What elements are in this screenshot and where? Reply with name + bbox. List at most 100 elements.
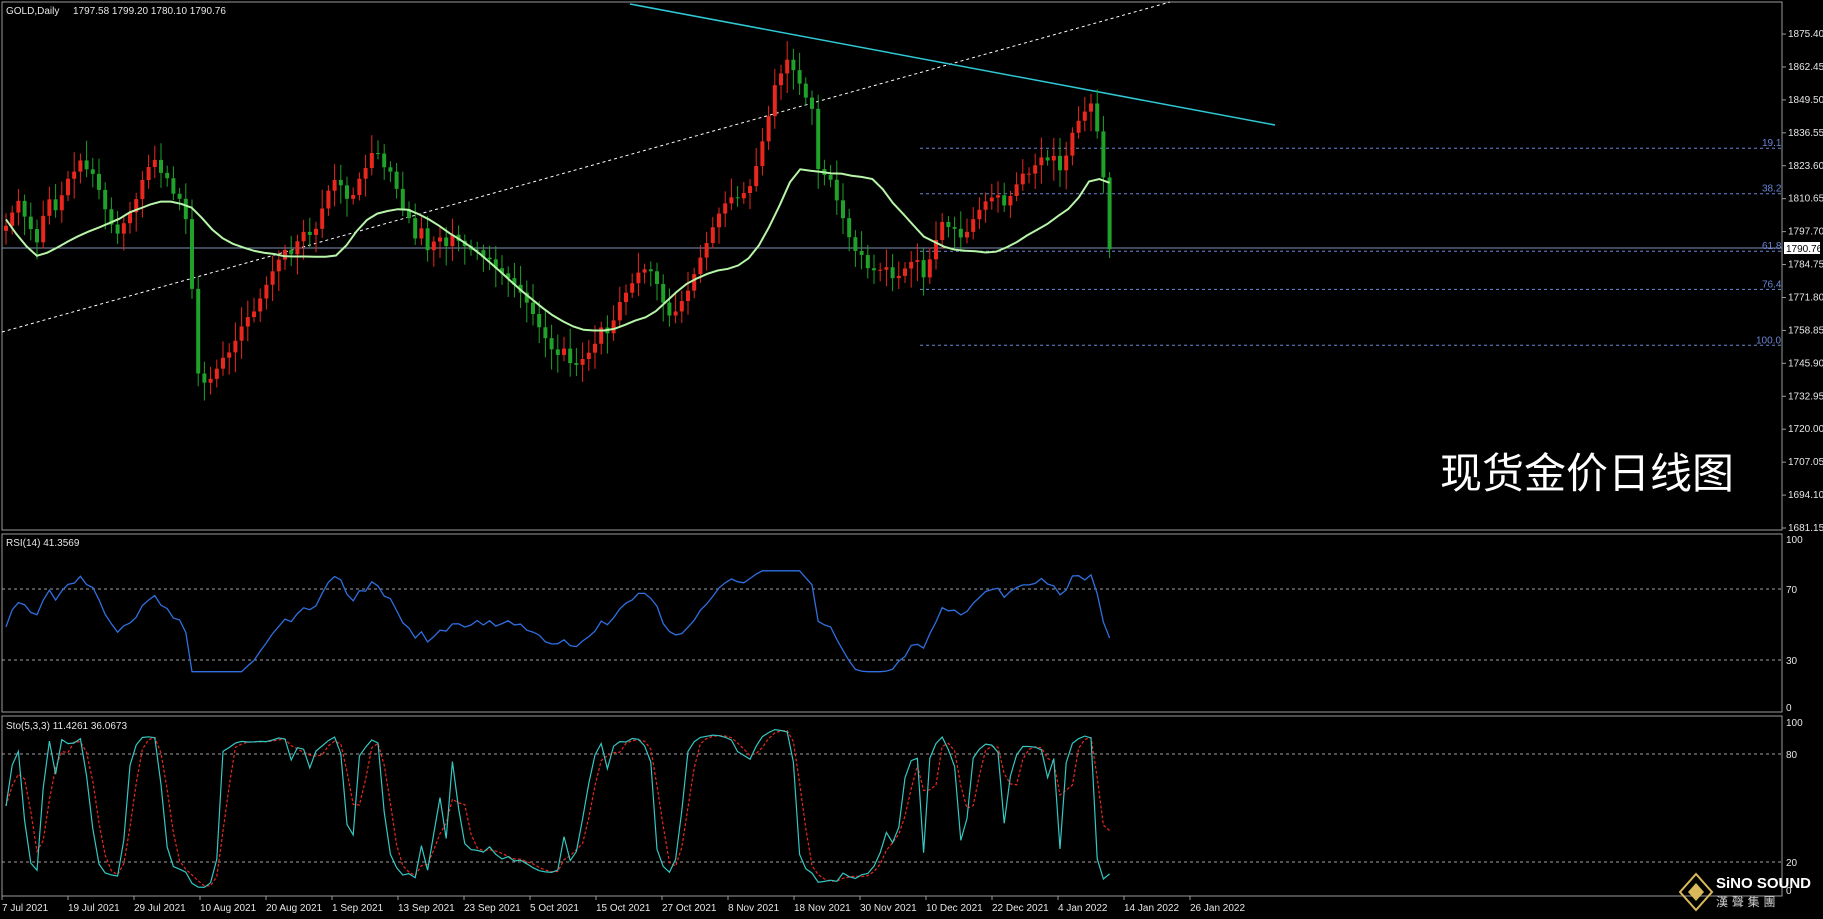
candle	[611, 305, 616, 341]
candle	[326, 185, 331, 216]
candle	[183, 183, 188, 235]
candle	[915, 243, 920, 282]
price-tick-label: 1823.60	[1788, 161, 1823, 172]
candle	[524, 280, 529, 323]
candle	[543, 310, 548, 358]
candle	[264, 276, 269, 310]
candle	[903, 262, 907, 284]
candle	[270, 255, 275, 302]
date-tick-label: 5 Oct 2021	[530, 903, 579, 914]
candle	[710, 217, 715, 249]
candle	[177, 187, 182, 211]
current-price-label: 1790.76	[1786, 244, 1823, 255]
candle	[673, 293, 678, 324]
price-tick-label: 1694.10	[1788, 490, 1823, 501]
candle	[748, 179, 752, 210]
candle	[90, 157, 95, 188]
candle	[22, 194, 27, 236]
date-tick-label: 7 Jul 2021	[2, 903, 49, 914]
candle	[723, 191, 728, 228]
candle	[97, 158, 101, 200]
candle	[345, 176, 349, 217]
fib-level-label: 76.4	[1762, 279, 1782, 290]
fib-level-label: 61.8	[1762, 241, 1782, 252]
date-tick-label: 27 Oct 2021	[662, 903, 717, 914]
stochastic-label: Sto(5,3,3) 11.4261 36.0673	[6, 721, 127, 732]
candle	[531, 283, 535, 326]
candle	[785, 41, 790, 94]
sto-tick-80: 80	[1786, 750, 1798, 761]
candle	[586, 339, 591, 371]
candle	[648, 261, 653, 287]
candle	[431, 236, 436, 267]
candle	[208, 366, 213, 395]
price-tick-label: 1745.90	[1788, 358, 1823, 369]
candle	[878, 262, 883, 282]
candle	[642, 263, 647, 284]
candle	[859, 231, 864, 270]
candle	[134, 192, 139, 232]
brand-subtitle: 漢 聲 集 團	[1716, 894, 1775, 909]
candle	[59, 181, 64, 223]
candle	[16, 189, 21, 226]
price-tick-label: 1849.50	[1788, 95, 1823, 106]
price-tick-label: 1720.00	[1788, 424, 1823, 435]
date-tick-label: 20 Aug 2021	[266, 903, 323, 914]
candle	[996, 181, 1000, 213]
gold-daily-chart: 19.1 38.2 61.8 76.4 100.0 1875.40 1862.45 1849…	[1, 1, 1823, 914]
candle	[735, 186, 740, 207]
candle	[413, 203, 418, 245]
candle	[797, 52, 802, 96]
candle	[828, 164, 833, 188]
sto-panel-frame	[1, 715, 1783, 897]
candle	[140, 171, 145, 218]
date-tick-label: 18 Nov 2021	[794, 903, 851, 914]
rsi-panel: RSI(14) 41.3569 100 70 30 0	[2, 535, 1803, 714]
symbol-label: GOLD,Daily	[6, 6, 59, 17]
candle	[103, 182, 108, 230]
candle	[376, 140, 380, 160]
candle	[363, 154, 368, 197]
date-tick-label: 1 Sep 2021	[332, 903, 384, 914]
rsi-panel-frame	[1, 533, 1783, 713]
date-tick-label: 13 Sep 2021	[398, 903, 455, 914]
rsi-tick-100: 100	[1786, 535, 1803, 546]
candle	[369, 135, 374, 176]
candle	[661, 274, 666, 322]
candle	[617, 286, 622, 329]
candle	[1045, 149, 1050, 166]
candle	[221, 341, 225, 376]
candle	[971, 207, 976, 240]
price-tick-label: 1836.55	[1788, 128, 1823, 139]
candle	[766, 105, 771, 150]
candle	[946, 216, 951, 238]
candle	[450, 218, 455, 261]
candle	[1020, 159, 1025, 191]
candle	[382, 144, 387, 180]
candle	[351, 187, 356, 205]
candle	[394, 163, 399, 199]
candle	[425, 215, 430, 262]
candle	[233, 322, 238, 373]
candle	[580, 342, 585, 382]
candle	[977, 197, 982, 229]
ohlc-label: 1797.58 1799.20 1780.10 1790.76	[73, 6, 226, 17]
price-axis: 1875.40 1862.45 1849.50 1836.55 1823.60 1810.…	[1782, 29, 1823, 534]
date-tick-label: 4 Jan 2022	[1058, 903, 1108, 914]
candle	[320, 189, 325, 238]
candle	[1089, 93, 1093, 132]
candle	[574, 348, 579, 376]
candle	[295, 234, 300, 275]
candle	[810, 90, 814, 125]
candle	[549, 324, 554, 370]
candle	[72, 152, 77, 199]
candle	[791, 48, 796, 90]
fib-level-label: 100.0	[1756, 335, 1781, 346]
candle	[896, 261, 901, 290]
candle	[890, 254, 895, 292]
candlesticks	[4, 41, 1112, 401]
candle	[332, 164, 337, 207]
rsi-tick-0: 0	[1786, 703, 1792, 714]
price-tick-label: 1862.45	[1788, 62, 1823, 73]
candle	[853, 230, 858, 267]
